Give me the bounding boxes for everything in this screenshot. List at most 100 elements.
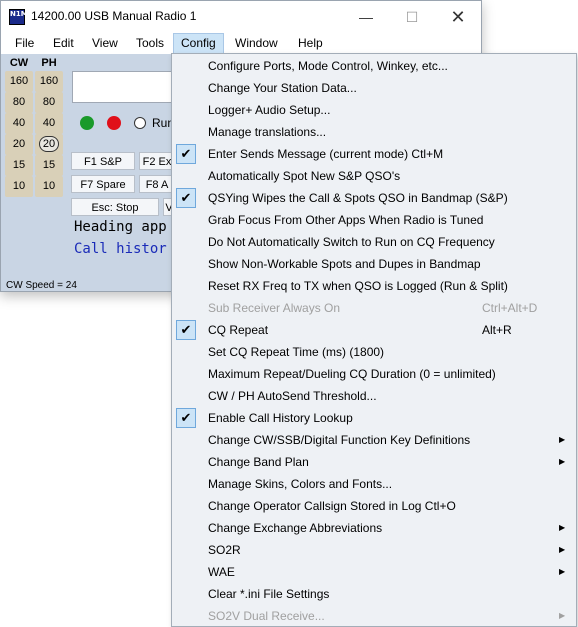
config-menu-item[interactable]: ✔ Enable Call History Lookup (172, 407, 576, 429)
config-menu-item[interactable]: SO2R ▶ (172, 539, 576, 561)
menu-item-label: Do Not Automatically Switch to Run on CQ… (208, 235, 495, 249)
f8-key-button[interactable]: F8 A (139, 175, 175, 193)
menu-help[interactable]: Help (298, 36, 323, 50)
close-button[interactable]: ✕ (435, 1, 481, 33)
menu-item-label: Grab Focus From Other Apps When Radio is… (208, 213, 484, 227)
config-menu-item[interactable]: Do Not Automatically Switch to Run on CQ… (172, 231, 576, 253)
config-menu-item[interactable]: Maximum Repeat/Dueling CQ Duration (0 = … (172, 363, 576, 385)
submenu-arrow-icon: ▶ (559, 457, 566, 466)
config-menu-item[interactable]: Show Non-Workable Spots and Dupes in Ban… (172, 253, 576, 275)
menu-tools[interactable]: Tools (136, 36, 164, 50)
config-menu-item[interactable]: Grab Focus From Other Apps When Radio is… (172, 209, 576, 231)
ph-band-15[interactable]: 15 (35, 155, 63, 176)
config-menu-item: Sub Receiver Always On Ctrl+Alt+D (172, 297, 576, 319)
ph-band-20-selected[interactable]: 20 (35, 134, 63, 155)
menu-file[interactable]: File (15, 36, 34, 50)
menu-item-label: Change Operator Callsign Stored in Log C… (208, 499, 456, 513)
menu-item-label: Sub Receiver Always On (208, 301, 341, 315)
cw-speed-status: CW Speed = 24 (6, 280, 77, 291)
cw-band-160[interactable]: 160 (5, 71, 33, 92)
config-menu-item[interactable]: ✔ CQ Repeat Alt+R (172, 319, 576, 341)
menu-item-label: Change Exchange Abbreviations (208, 521, 383, 535)
minimize-button[interactable]: — (343, 1, 389, 33)
menu-item-label: Configure Ports, Mode Control, Winkey, e… (208, 59, 448, 73)
maximize-button[interactable]: ☐ (389, 1, 435, 33)
config-menu-item: SO2V Dual Receive... ▶ (172, 605, 576, 627)
config-menu-item[interactable]: WAE ▶ (172, 561, 576, 583)
title-bar[interactable]: N1MM 14200.00 USB Manual Radio 1 — ☐ ✕ (1, 1, 481, 33)
menu-item-label: SO2R (208, 543, 241, 557)
menu-item-label: Change Your Station Data... (208, 81, 357, 95)
menu-item-label: Change Band Plan (208, 455, 309, 469)
submenu-arrow-icon: ▶ (559, 523, 566, 532)
config-menu-item[interactable]: Manage translations... (172, 121, 576, 143)
menu-item-label: Manage translations... (208, 125, 327, 139)
config-menu-item[interactable]: Automatically Spot New S&P QSO's (172, 165, 576, 187)
selected-band-ring: 20 (39, 136, 59, 152)
config-menu-item[interactable]: Logger+ Audio Setup... (172, 99, 576, 121)
red-status-led (107, 116, 121, 130)
menu-item-label: Enable Call History Lookup (208, 411, 353, 425)
cw-band-80[interactable]: 80 (5, 92, 33, 113)
menu-item-label: Set CQ Repeat Time (ms) (1800) (208, 345, 385, 359)
menu-item-label: SO2V Dual Receive... (208, 609, 325, 623)
cw-band-15[interactable]: 15 (5, 155, 33, 176)
menu-item-label: CQ Repeat (208, 323, 269, 337)
ph-band-160[interactable]: 160 (35, 71, 63, 92)
config-menu-item[interactable]: Change Exchange Abbreviations ▶ (172, 517, 576, 539)
cw-band-column: CW 160 80 40 20 15 10 (5, 57, 33, 197)
config-menu-item[interactable]: Manage Skins, Colors and Fonts... (172, 473, 576, 495)
esc-stop-button[interactable]: Esc: Stop (71, 198, 159, 216)
ph-band-column: PH 160 80 40 20 15 10 (35, 57, 63, 197)
menu-item-shortcut: Ctrl+Alt+D (482, 301, 538, 315)
ph-band-80[interactable]: 80 (35, 92, 63, 113)
f1-key-button[interactable]: F1 S&P (71, 152, 135, 170)
config-menu-dropdown: Configure Ports, Mode Control, Winkey, e… (171, 53, 577, 627)
config-menu-item[interactable]: Clear *.ini File Settings (172, 583, 576, 605)
menu-item-label: Automatically Spot New S&P QSO's (208, 169, 401, 183)
checkmark-icon: ✔ (176, 408, 196, 428)
menu-item-label: QSYing Wipes the Call & Spots QSO in Ban… (208, 191, 508, 205)
run-radio-button[interactable] (134, 117, 146, 129)
checkmark-icon: ✔ (176, 188, 196, 208)
config-menu-item[interactable]: Change CW/SSB/Digital Function Key Defin… (172, 429, 576, 451)
checkmark-icon: ✔ (176, 320, 196, 340)
cw-band-40[interactable]: 40 (5, 113, 33, 134)
heading-info-text: Heading app (74, 219, 167, 235)
menu-item-label: Clear *.ini File Settings (208, 587, 330, 601)
menu-item-label: Reset RX Freq to TX when QSO is Logged (… (208, 279, 508, 293)
cw-band-header: CW (9, 57, 29, 69)
menu-item-label: Maximum Repeat/Dueling CQ Duration (0 = … (208, 367, 496, 381)
ph-band-header: PH (41, 57, 57, 69)
ph-band-10[interactable]: 10 (35, 176, 63, 197)
config-menu-item[interactable]: Configure Ports, Mode Control, Winkey, e… (172, 55, 576, 77)
menu-item-label: Manage Skins, Colors and Fonts... (208, 477, 393, 491)
window-title: 14200.00 USB Manual Radio 1 (31, 9, 197, 23)
submenu-arrow-icon: ▶ (559, 567, 566, 576)
ph-band-40[interactable]: 40 (35, 113, 63, 134)
f7-key-button[interactable]: F7 Spare (71, 175, 135, 193)
menu-item-label: Show Non-Workable Spots and Dupes in Ban… (208, 257, 481, 271)
menu-edit[interactable]: Edit (53, 36, 74, 50)
config-menu-item[interactable]: ✔ Enter Sends Message (current mode) Ctl+… (172, 143, 576, 165)
menu-item-label: Change CW/SSB/Digital Function Key Defin… (208, 433, 471, 447)
cw-band-10[interactable]: 10 (5, 176, 33, 197)
config-menu-item[interactable]: ✔ QSYing Wipes the Call & Spots QSO in Ba… (172, 187, 576, 209)
submenu-arrow-icon: ▶ (559, 611, 566, 620)
config-menu-item[interactable]: Reset RX Freq to TX when QSO is Logged (… (172, 275, 576, 297)
menu-view[interactable]: View (92, 36, 118, 50)
config-menu-item[interactable]: Set CQ Repeat Time (ms) (1800) (172, 341, 576, 363)
callsign-input[interactable] (72, 71, 174, 103)
menu-item-label: Enter Sends Message (current mode) Ctl+M (208, 147, 444, 161)
config-menu-item[interactable]: Change Your Station Data... (172, 77, 576, 99)
config-menu-item[interactable]: Change Operator Callsign Stored in Log C… (172, 495, 576, 517)
menu-window[interactable]: Window (235, 36, 278, 50)
config-menu-item[interactable]: CW / PH AutoSend Threshold... (172, 385, 576, 407)
call-history-text: Call histor (74, 241, 167, 257)
f2-key-button[interactable]: F2 Ex (139, 152, 175, 170)
submenu-arrow-icon: ▶ (559, 435, 566, 444)
cw-band-20[interactable]: 20 (5, 134, 33, 155)
config-menu-item[interactable]: Change Band Plan ▶ (172, 451, 576, 473)
app-logo-icon: N1MM (9, 9, 35, 25)
menu-config[interactable]: Config (173, 33, 224, 54)
